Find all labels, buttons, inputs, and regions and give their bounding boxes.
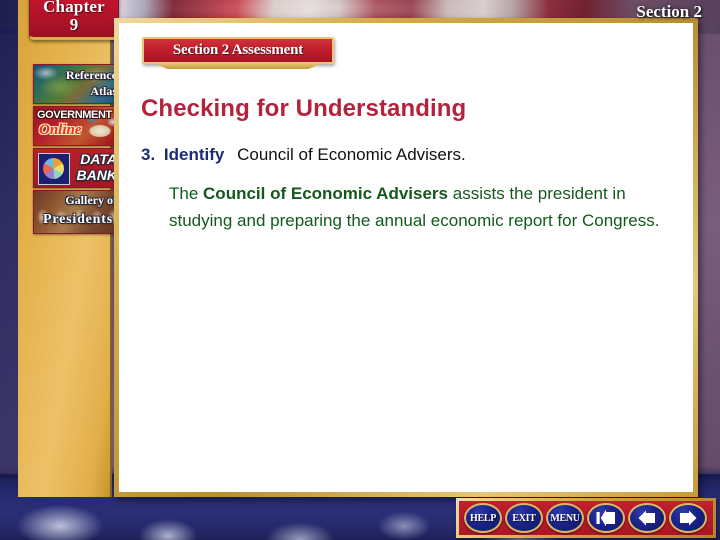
question-verb: Identify [163, 145, 225, 164]
data-bank-label-line2: BANK [76, 167, 117, 183]
exit-button[interactable]: EXIT [505, 503, 543, 533]
first-slide-button[interactable] [587, 503, 625, 533]
chapter-number: 9 [69, 15, 79, 34]
data-bank-label-line1: DATA [80, 151, 117, 167]
answer-prefix: The [169, 184, 204, 203]
chapter-word: Chapter [43, 0, 105, 16]
content-panel: Section 2 Assessment Checking for Unders… [114, 18, 698, 497]
assessment-banner: Section 2 Assessment [142, 37, 334, 64]
sidebar: Chapter 9 Reference Atlas GOVERNMENT Onl… [18, 0, 123, 497]
sidebar-item-data-bank[interactable]: DATA BANK [33, 148, 123, 188]
menu-button[interactable]: MENU [546, 503, 584, 533]
content-body: Section 2 Assessment Checking for Unders… [119, 23, 693, 492]
first-slide-icon [595, 510, 617, 526]
presentation-slide: Chapter 9 Reference Atlas GOVERNMENT Onl… [0, 0, 720, 540]
assessment-banner-tail [156, 64, 320, 69]
arrow-left-icon [636, 510, 658, 526]
reference-atlas-label-line1: Reference [65, 68, 117, 82]
question-number: 3. [141, 145, 156, 164]
help-button-label: HELP [469, 512, 497, 524]
navigation-bar: HELP EXIT MENU [456, 498, 716, 538]
government-online-label-line1: GOVERNMENT [37, 109, 112, 121]
help-button[interactable]: HELP [464, 503, 502, 533]
sidebar-item-reference-atlas[interactable]: Reference Atlas [33, 64, 123, 104]
question-text: Council of Economic Advisers. [237, 145, 466, 164]
arrow-right-icon [677, 510, 699, 526]
exit-button-label: EXIT [512, 512, 536, 524]
chapter-banner: Chapter 9 [29, 0, 119, 40]
sidebar-item-government-online[interactable]: GOVERNMENT Online [33, 106, 123, 146]
question-line: 3. Identify Council of Economic Advisers… [141, 145, 466, 165]
section-label: Section 2 [636, 2, 702, 21]
assessment-banner-label: Section 2 Assessment [172, 42, 304, 58]
answer-bold-term: Council of Economic Advisers [203, 184, 449, 203]
menu-button-label: MENU [550, 512, 580, 524]
next-slide-button[interactable] [669, 503, 707, 533]
government-online-label-line2: Online [39, 122, 82, 138]
sidebar-item-gallery-of-presidents[interactable]: Gallery of Presidents [33, 190, 123, 234]
answer-text: The Council of Economic Advisers assists… [169, 180, 689, 234]
page-title: Checking for Understanding [141, 95, 467, 122]
previous-slide-button[interactable] [628, 503, 666, 533]
reference-atlas-label-line2: Atlas [90, 84, 117, 98]
gallery-presidents-label-line2: Presidents [43, 212, 113, 227]
gallery-presidents-label-line1: Gallery of [65, 193, 117, 207]
